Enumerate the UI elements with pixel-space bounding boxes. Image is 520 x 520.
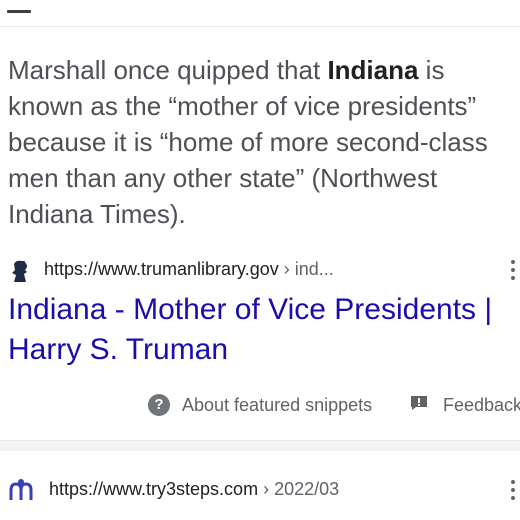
snippet-line-1: Marshall once quipped that Indiana is [8, 52, 520, 88]
feedback-flag-icon[interactable] [410, 395, 428, 411]
snippet-text-pre: Marshall once quipped that [8, 55, 328, 85]
drag-handle-dash [7, 10, 31, 13]
url-breadcrumb: › ind... [278, 259, 334, 279]
featured-snippet-text: Marshall once quipped that Indiana is kn… [8, 52, 520, 232]
url-domain-2: https://www.try3steps.com [49, 479, 259, 499]
result-url[interactable]: https://www.trumanlibrary.gov › ind... [44, 259, 334, 280]
featured-snippet-footer: ? About featured snippets Feedback [148, 392, 520, 420]
result-url-2[interactable]: https://www.try3steps.com › 2022/03 [49, 479, 339, 500]
more-options-icon[interactable] [508, 260, 518, 284]
top-cutoff-strip [0, 0, 520, 27]
snippet-text-post: is [418, 55, 445, 85]
snippet-line-4: men than any other state” (Northwest [8, 163, 438, 193]
help-circle-icon[interactable]: ? [148, 394, 170, 416]
truman-silhouette-icon [12, 260, 27, 282]
try3steps-logo-icon [9, 479, 33, 500]
result-separator [0, 440, 520, 451]
url-breadcrumb-2: › 2022/03 [258, 479, 340, 499]
result-title-link[interactable]: Indiana - Mother of Vice Presidents | Ha… [8, 290, 520, 370]
more-options-icon-2[interactable] [508, 480, 518, 504]
result-title-line-1[interactable]: Indiana - Mother of Vice Presidents | [8, 290, 520, 330]
result-citation-try3steps[interactable]: https://www.try3steps.com › 2022/03 [8, 476, 520, 506]
snippet-line-3: because it is “home of more second-class [8, 127, 488, 157]
url-domain: https://www.trumanlibrary.gov [44, 259, 279, 279]
snippet-line-5: Indiana Times). [8, 199, 186, 229]
result-citation-truman[interactable]: https://www.trumanlibrary.gov › ind... [8, 256, 520, 286]
result-title-line-2[interactable]: Harry S. Truman [8, 330, 520, 370]
snippet-bold-term: Indiana [327, 55, 419, 85]
feedback-link[interactable]: Feedback [443, 395, 520, 416]
about-featured-snippets-link[interactable]: About featured snippets [182, 395, 372, 416]
snippet-line-2: known as the “mother of vice presidents” [8, 91, 477, 121]
